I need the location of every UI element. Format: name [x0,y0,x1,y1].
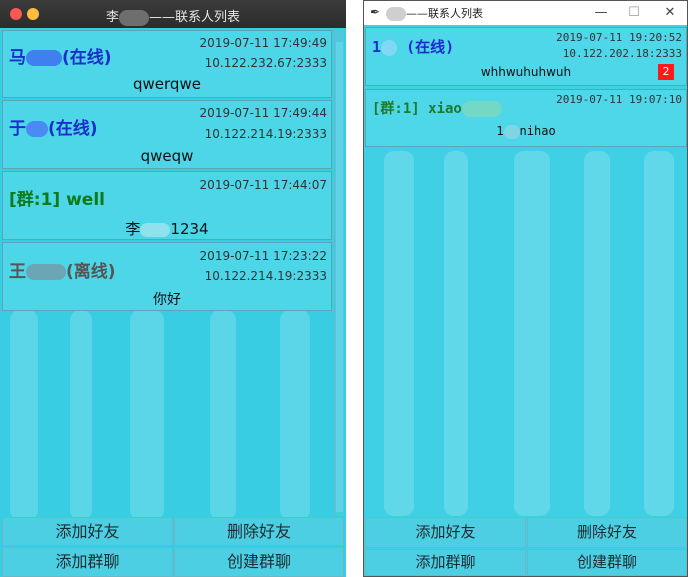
add-friend-button[interactable]: 添加好友 [365,517,526,548]
contacts-window-right: ✒ ——联系人列表 — ☐ ✕ 1 (在线) 2019-07-11 19:20:… [363,0,688,577]
background-decoration [0,310,346,520]
create-group-button[interactable]: 创建群聊 [527,549,687,576]
contact-card[interactable]: 1 (在线) 2019-07-11 19:20:52 10.122.202.18… [365,27,687,86]
contacts-window-left: 李 ——联系人列表 马 (在线) 2019-07-11 17:49:49 10.12… [0,0,346,577]
contact-card[interactable]: 马 (在线) 2019-07-11 17:49:49 10.122.232.67:… [2,30,332,98]
last-message-time: 2019-07-11 17:49:49 [199,36,327,50]
contact-address: 10.122.202.18:2333 [562,47,682,60]
window-title: ——联系人列表 [386,5,483,21]
unread-count-badge: 2 [658,64,674,80]
last-message-time: 2019-07-11 19:20:52 [556,31,682,44]
maximize-icon[interactable]: ☐ [619,3,649,23]
contact-name: 于 (在线) [9,119,98,139]
contact-address: 10.122.214.19:2333 [204,269,327,283]
last-message: qwerqwe [133,75,201,93]
last-message: 李 1234 [125,220,209,238]
last-message: whhwuhuhwuh [480,65,572,79]
contact-name: 马 (在线) [9,48,112,68]
background-decoration [364,151,687,516]
minimize-icon[interactable]: — [586,3,616,23]
contact-card[interactable]: 于 (在线) 2019-07-11 17:49:44 10.122.214.19:… [2,100,332,169]
last-message-time: 2019-07-11 17:23:22 [199,249,327,263]
window-title: 李 ——联系人列表 [105,9,241,26]
contact-list-scrollbar[interactable] [334,30,344,516]
contact-address: 10.122.232.67:2333 [204,56,327,70]
last-message-time: 2019-07-11 17:49:44 [199,106,327,120]
contact-name: 王 (离线) [9,262,116,282]
last-message: 1 nihao [496,124,556,139]
last-message: 你好 [153,292,181,308]
create-group-button[interactable]: 创建群聊 [174,547,344,577]
add-group-button[interactable]: 添加群聊 [365,549,526,576]
group-name: [群:1] well [9,190,105,210]
last-message-time: 2019-07-11 19:07:10 [556,93,682,106]
last-message-time: 2019-07-11 17:44:07 [199,178,327,192]
group-card[interactable]: [群:1] xiao 2019-07-11 19:07:10 1 nihao [365,89,687,147]
delete-friend-button[interactable]: 删除好友 [174,517,344,546]
group-card[interactable]: [群:1] well 2019-07-11 17:44:07 李 1234 [2,171,332,240]
add-friend-button[interactable]: 添加好友 [2,517,173,546]
add-group-button[interactable]: 添加群聊 [2,547,173,577]
contact-name: 1 (在线) [372,38,455,56]
title-bar: 李 ——联系人列表 [0,0,346,28]
contact-card[interactable]: 王 (离线) 2019-07-11 17:23:22 10.122.214.19:… [2,242,332,311]
scrollbar-thumb[interactable] [336,42,343,512]
contact-address: 10.122.214.19:2333 [204,127,327,141]
feather-icon: ✒ [370,5,381,19]
title-bar: ✒ ——联系人列表 — ☐ ✕ [364,1,687,25]
group-name: [群:1] xiao [372,98,502,118]
last-message: qweqw [140,147,194,165]
close-icon[interactable]: ✕ [655,3,685,23]
delete-friend-button[interactable]: 删除好友 [527,517,687,548]
